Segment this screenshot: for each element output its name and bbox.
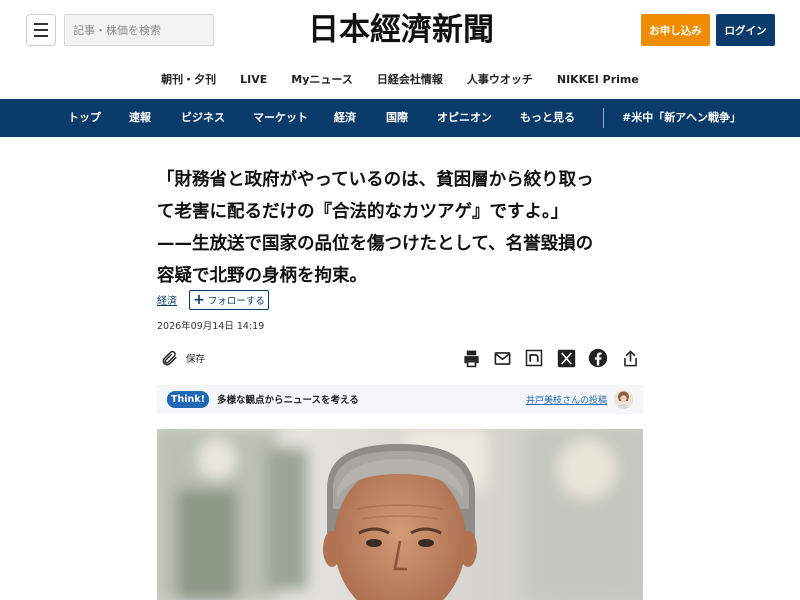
site-header: 記事・株価を検索 日本經濟新聞 お申し込み ログイン	[0, 0, 800, 62]
nav-divider	[603, 108, 604, 128]
mail-button[interactable]	[491, 347, 513, 369]
follow-label: フォローする	[207, 296, 265, 307]
article-photo	[157, 429, 643, 600]
nav-item-business[interactable]: ビジネス	[181, 99, 225, 137]
save-label: 保存	[186, 354, 206, 365]
think-badge[interactable]: Think!	[167, 391, 209, 408]
publish-timestamp: 2026年09月14日 14:19	[157, 321, 265, 332]
menu-icon	[34, 23, 48, 25]
x-icon	[557, 349, 575, 367]
topic-link[interactable]: 経済	[157, 292, 177, 307]
note-share-button[interactable]	[523, 347, 545, 369]
headline-line: 容疑で北野の身柄を拘束。	[157, 266, 367, 286]
article-photo-image	[157, 429, 643, 600]
avatar-image	[614, 390, 633, 409]
nav-item-market[interactable]: マーケット	[253, 99, 308, 137]
nav-item-breaking[interactable]: 速報	[129, 99, 151, 137]
share-button[interactable]	[619, 347, 641, 369]
paperclip-icon	[162, 350, 177, 366]
think-text: 多様な観点からニュースを考える	[217, 395, 359, 406]
login-button[interactable]: ログイン	[716, 14, 775, 46]
think-author-link[interactable]: 井戸美枝さんの投稿	[526, 393, 607, 406]
x-share-button[interactable]	[555, 347, 577, 369]
avatar[interactable]	[614, 390, 633, 409]
sub-nav-item-mynews[interactable]: Myニュース	[291, 68, 353, 92]
sub-nav-item-personnel[interactable]: 人事ウオッチ	[467, 68, 533, 92]
search-input[interactable]: 記事・株価を検索	[64, 14, 214, 46]
signup-button[interactable]: お申し込み	[641, 14, 710, 46]
print-icon	[463, 350, 479, 367]
print-button[interactable]	[460, 347, 482, 369]
menu-icon-bar	[34, 29, 48, 31]
nav-item-trending-tag[interactable]: #米中「新アヘン戦争」	[622, 99, 741, 137]
sub-nav: 朝刊・夕刊 LIVE Myニュース 日経会社情報 人事ウオッチ NIKKEI P…	[0, 68, 800, 92]
share-toolbar	[460, 347, 642, 369]
mail-icon	[494, 351, 510, 365]
headline-line: ——生放送で国家の品位を傷つけたとして、名誉毀損の	[157, 234, 594, 254]
nav-item-international[interactable]: 国際	[386, 99, 408, 137]
nav-item-opinion[interactable]: オピニオン	[437, 99, 492, 137]
facebook-icon	[588, 348, 608, 368]
sub-nav-item-live[interactable]: LIVE	[240, 68, 267, 92]
facebook-share-button[interactable]	[587, 347, 609, 369]
headline-line: 「財務省と政府がやっているのは、貧困層から絞り取っ	[157, 170, 594, 190]
sub-nav-item-company-info[interactable]: 日経会社情報	[377, 68, 443, 92]
share-icon	[623, 350, 637, 366]
headline-line: て老害に配るだけの『合法的なカツアゲ』ですよ。」	[157, 202, 569, 222]
menu-icon-bar	[34, 35, 48, 37]
follow-button[interactable]: + フォローする	[189, 290, 269, 310]
site-logo[interactable]: 日本經濟新聞	[276, 12, 526, 48]
sub-nav-item-prime[interactable]: NIKKEI Prime	[557, 68, 639, 92]
search-placeholder: 記事・株価を検索	[73, 24, 161, 37]
nav-item-top[interactable]: トップ	[68, 99, 101, 137]
main-nav: トップ 速報 ビジネス マーケット 経済 国際 オピニオン もっと見る #米中「…	[0, 99, 800, 137]
save-button[interactable]: 保存	[160, 348, 205, 368]
think-banner: Think! 多様な観点からニュースを考える 井戸美枝さんの投稿	[157, 385, 643, 414]
article-headline: 「財務省と政府がやっているのは、貧困層から絞り取っ て老害に配るだけの『合法的な…	[157, 164, 647, 292]
note-icon	[525, 349, 543, 367]
menu-button[interactable]	[26, 14, 56, 46]
nav-item-economy[interactable]: 経済	[334, 99, 356, 137]
nav-item-more[interactable]: もっと見る	[520, 99, 575, 137]
sub-nav-item-paper[interactable]: 朝刊・夕刊	[161, 68, 216, 92]
plus-icon: +	[193, 292, 205, 308]
